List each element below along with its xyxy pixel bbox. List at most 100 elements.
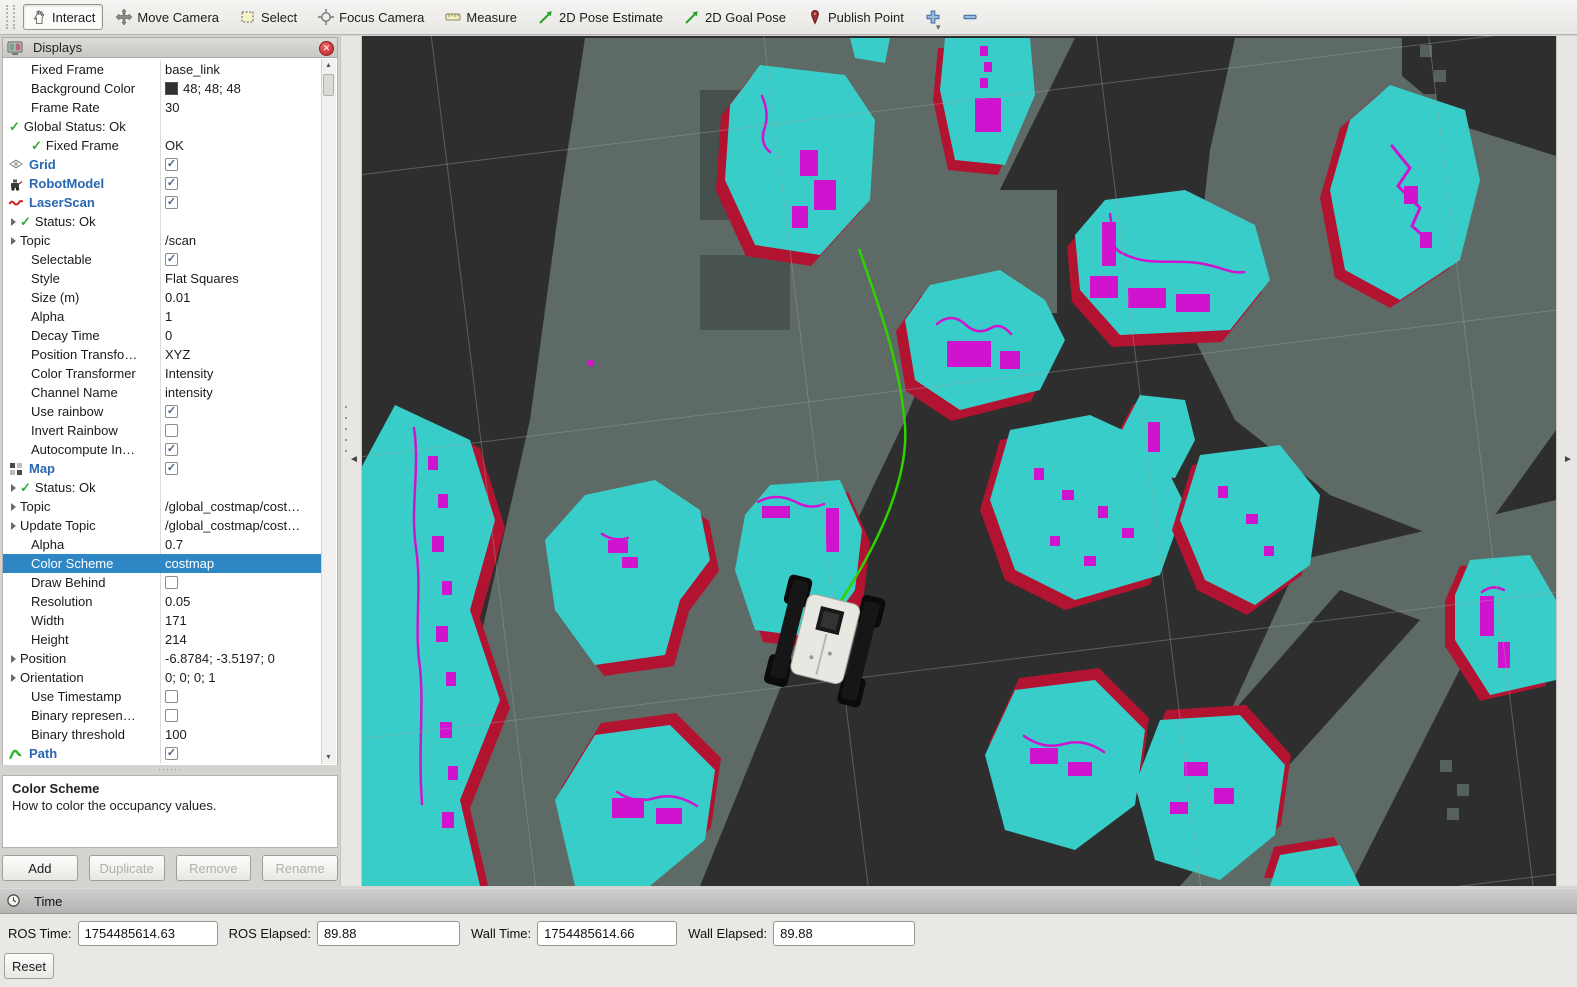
checkbox-checked[interactable]: ✓: [165, 158, 178, 171]
property-value-cell[interactable]: [160, 706, 323, 725]
checkbox-unchecked[interactable]: [165, 690, 178, 703]
scroll-down-icon[interactable]: ▼: [322, 751, 335, 764]
expand-arrow-icon[interactable]: [11, 484, 16, 492]
property-row-use-rainbow[interactable]: Use rainbow✓: [3, 402, 323, 421]
toolbar-button-2d-goal-pose[interactable]: 2D Goal Pose: [676, 4, 794, 30]
property-row-global-status-ok[interactable]: ✓Global Status: Ok: [3, 117, 323, 136]
property-value-cell[interactable]: [160, 687, 323, 706]
property-value-cell[interactable]: /global_costmap/cost…: [160, 516, 323, 535]
property-row-path[interactable]: Path✓: [3, 744, 323, 763]
property-row-position-transfo[interactable]: Position Transfo…XYZ: [3, 345, 323, 364]
property-row-color-transformer[interactable]: Color TransformerIntensity: [3, 364, 323, 383]
toolbar-button-measure[interactable]: Measure: [437, 4, 525, 30]
property-row-alpha[interactable]: Alpha1: [3, 307, 323, 326]
property-row-use-timestamp[interactable]: Use Timestamp: [3, 687, 323, 706]
property-value-cell[interactable]: ✓: [160, 250, 323, 269]
property-row-width[interactable]: Width171: [3, 611, 323, 630]
remove-button[interactable]: Remove: [176, 855, 252, 881]
collapse-left-icon[interactable]: ◄: [349, 454, 359, 465]
property-row-binary-threshold[interactable]: Binary threshold100: [3, 725, 323, 744]
property-row-orientation[interactable]: Orientation0; 0; 0; 1: [3, 668, 323, 687]
property-value-cell[interactable]: [160, 212, 323, 231]
duplicate-button[interactable]: Duplicate: [89, 855, 165, 881]
property-value-cell[interactable]: 0: [160, 326, 323, 345]
property-value-cell[interactable]: Intensity: [160, 364, 323, 383]
property-value-cell[interactable]: ✓: [160, 744, 323, 763]
expand-arrow-icon[interactable]: [11, 674, 16, 682]
displays-panel-header[interactable]: Displays ✕: [2, 37, 338, 58]
property-value-cell[interactable]: /scan: [160, 231, 323, 250]
property-row-alpha[interactable]: Alpha0.7: [3, 535, 323, 554]
toolbar-button-move-camera[interactable]: Move Camera: [108, 4, 227, 30]
expand-arrow-icon[interactable]: [11, 655, 16, 663]
checkbox-checked[interactable]: ✓: [165, 443, 178, 456]
property-value-cell[interactable]: ✓: [160, 155, 323, 174]
property-value-cell[interactable]: intensity: [160, 383, 323, 402]
property-value-cell[interactable]: [160, 117, 323, 136]
property-value-cell[interactable]: [160, 573, 323, 592]
toolbar-button-interact[interactable]: Interact: [23, 4, 103, 30]
property-value-cell[interactable]: ✓: [160, 174, 323, 193]
property-row-resolution[interactable]: Resolution0.05: [3, 592, 323, 611]
property-row-invert-rainbow[interactable]: Invert Rainbow: [3, 421, 323, 440]
property-row-fixed-frame[interactable]: ✓Fixed FrameOK: [3, 136, 323, 155]
property-row-height[interactable]: Height214: [3, 630, 323, 649]
property-row-binary-represen[interactable]: Binary represen…: [3, 706, 323, 725]
ros-elapsed-input[interactable]: [317, 921, 460, 946]
wall-time-input[interactable]: [537, 921, 677, 946]
property-value-cell[interactable]: 48; 48; 48: [160, 79, 323, 98]
toolbar-button-select[interactable]: Select: [232, 4, 305, 30]
property-value-cell[interactable]: XYZ: [160, 345, 323, 364]
help-splitter-handle[interactable]: ······: [2, 765, 338, 775]
checkbox-checked[interactable]: ✓: [165, 253, 178, 266]
property-value-cell[interactable]: Flat Squares: [160, 269, 323, 288]
property-value-cell[interactable]: /global_costmap/cost…: [160, 497, 323, 516]
property-value-cell[interactable]: 100: [160, 725, 323, 744]
checkbox-checked[interactable]: ✓: [165, 405, 178, 418]
expand-right-icon[interactable]: ►: [1563, 454, 1573, 465]
checkbox-checked[interactable]: ✓: [165, 177, 178, 190]
property-row-selectable[interactable]: Selectable✓: [3, 250, 323, 269]
toolbar-drag-handle[interactable]: [6, 5, 15, 29]
property-row-map[interactable]: Map✓: [3, 459, 323, 478]
property-row-color-scheme[interactable]: Color Schemecostmap: [3, 554, 323, 573]
property-value-cell[interactable]: ✓: [160, 402, 323, 421]
left-splitter[interactable]: ◄: [340, 36, 362, 886]
property-row-laserscan[interactable]: LaserScan✓: [3, 193, 323, 212]
right-splitter[interactable]: ►: [1556, 36, 1577, 886]
property-row-topic[interactable]: Topic/global_costmap/cost…: [3, 497, 323, 516]
toolbar-button-2d-pose-estimate[interactable]: 2D Pose Estimate: [530, 4, 671, 30]
checkbox-unchecked[interactable]: [165, 576, 178, 589]
property-row-topic[interactable]: Topic/scan: [3, 231, 323, 250]
property-value-cell[interactable]: 0.7: [160, 535, 323, 554]
scroll-up-icon[interactable]: ▲: [322, 59, 335, 72]
expand-arrow-icon[interactable]: [11, 218, 16, 226]
property-row-background-color[interactable]: Background Color48; 48; 48: [3, 79, 323, 98]
render-viewport[interactable]: [362, 36, 1556, 886]
ros-time-input[interactable]: [78, 921, 218, 946]
close-icon[interactable]: ✕: [319, 41, 334, 56]
expand-arrow-icon[interactable]: [11, 503, 16, 511]
expand-arrow-icon[interactable]: [11, 522, 16, 530]
checkbox-checked[interactable]: ✓: [165, 462, 178, 475]
property-row-size-m[interactable]: Size (m)0.01: [3, 288, 323, 307]
property-row-update-topic[interactable]: Update Topic/global_costmap/cost…: [3, 516, 323, 535]
time-panel-header[interactable]: Time: [0, 888, 1577, 914]
property-value-cell[interactable]: ✓: [160, 459, 323, 478]
property-value-cell[interactable]: 1: [160, 307, 323, 326]
property-value-cell[interactable]: 0; 0; 0; 1: [160, 668, 323, 687]
scrollbar-thumb[interactable]: [323, 74, 334, 96]
property-row-grid[interactable]: Grid✓: [3, 155, 323, 174]
property-value-cell[interactable]: 0.01: [160, 288, 323, 307]
property-row-channel-name[interactable]: Channel Nameintensity: [3, 383, 323, 402]
wall-elapsed-input[interactable]: [773, 921, 915, 946]
rename-button[interactable]: Rename: [262, 855, 338, 881]
property-row-fixed-frame[interactable]: Fixed Framebase_link: [3, 60, 323, 79]
expand-arrow-icon[interactable]: [11, 237, 16, 245]
property-value-cell[interactable]: ✓: [160, 440, 323, 459]
property-row-style[interactable]: StyleFlat Squares: [3, 269, 323, 288]
property-value-cell[interactable]: ✓: [160, 193, 323, 212]
property-value-cell[interactable]: [160, 421, 323, 440]
property-row-draw-behind[interactable]: Draw Behind: [3, 573, 323, 592]
property-value-cell[interactable]: OK: [160, 136, 323, 155]
